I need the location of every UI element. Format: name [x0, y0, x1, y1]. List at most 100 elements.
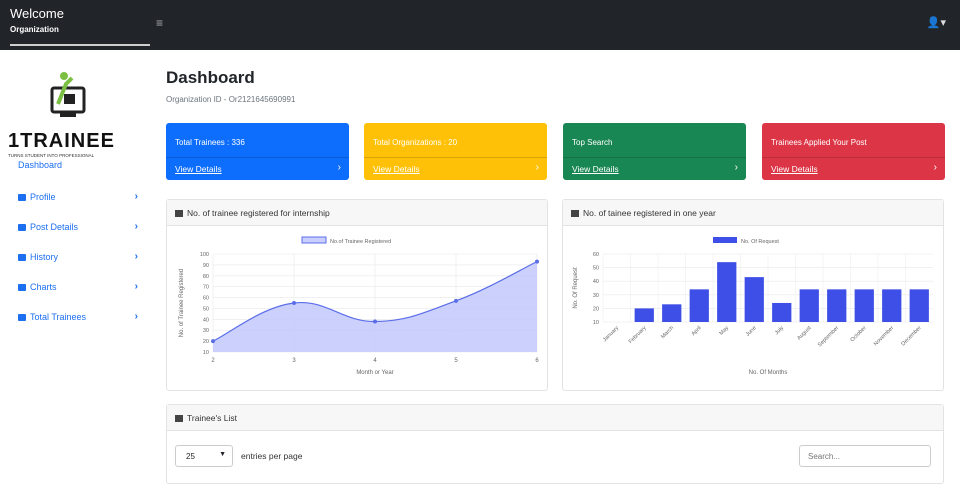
- bar: [854, 289, 874, 322]
- sidebar-item-total-trainees[interactable]: Total Trainees ›: [18, 311, 138, 328]
- x-tick-label: November: [873, 325, 895, 347]
- bar: [717, 262, 737, 322]
- trainee-list-panel: Trainee's List 25 ▼ entries per page: [166, 404, 944, 484]
- bar: [662, 304, 682, 322]
- y-tick-label: 90: [203, 263, 209, 269]
- x-tick-label: 4: [373, 358, 377, 364]
- internship-area-chart: No.of Trainee Registered 10 20 30 40 50 60 70 80…: [179, 236, 539, 376]
- x-tick-label: March: [660, 325, 675, 340]
- data-point: [211, 339, 215, 344]
- logo-text: 1TRAINEE: [8, 130, 115, 152]
- chart-icon: [18, 284, 26, 291]
- page-size-value: 25: [186, 452, 195, 461]
- chevron-right-icon: ›: [134, 251, 138, 262]
- y-tick-label: 50: [593, 266, 599, 272]
- legend-swatch: [713, 237, 737, 243]
- bar: [827, 289, 847, 322]
- sidebar-item-dashboard[interactable]: Dashboard: [18, 160, 138, 176]
- y-tick-label: 50: [203, 306, 209, 312]
- entries-per-page-label: entries per page: [241, 451, 303, 461]
- logo-graphic: 1TRAINEE TURNS STUDENT INTO PROFESSIONAL: [8, 72, 115, 158]
- y-tick-label: 70: [203, 285, 209, 291]
- sidebar-item-history[interactable]: History ›: [18, 251, 138, 268]
- view-details-link[interactable]: View Details: [175, 164, 222, 174]
- x-tick-label: September: [817, 325, 840, 348]
- card-trainees-applied: Trainees Applied Your Post View Details ›: [762, 123, 945, 180]
- table-icon: [175, 415, 183, 422]
- organization-id: Organization ID - Or2121645690991: [166, 95, 296, 104]
- bar-chart-icon: [571, 210, 579, 217]
- yearly-bar-chart: No. Of Request 10 20 30 40 50 60 January Februar…: [573, 237, 933, 376]
- data-point: [292, 301, 296, 305]
- y-tick-label: 30: [203, 328, 209, 334]
- history-icon: [18, 254, 26, 261]
- chevron-down-icon: ▼: [219, 451, 226, 458]
- table-icon: [18, 314, 26, 321]
- y-tick-label: 10: [593, 320, 599, 326]
- legend-swatch: [301, 236, 327, 244]
- y-tick-label: 40: [593, 279, 599, 285]
- sidebar-item-label: Charts: [30, 282, 57, 292]
- bar: [772, 302, 792, 322]
- card-total-trainees: Total Trainees : 336 View Details ›: [166, 123, 349, 180]
- y-tick-label: 10: [203, 350, 209, 356]
- y-tick-label: 20: [593, 306, 599, 312]
- x-tick-label: May: [719, 325, 731, 337]
- top-navbar: Welcome Organization ≡ 👤▾: [0, 0, 960, 50]
- card-title: Trainees Applied Your Post: [771, 138, 867, 147]
- data-point: [535, 259, 539, 264]
- sidebar-item-charts[interactable]: Charts ›: [18, 281, 138, 298]
- bar: [689, 289, 709, 322]
- x-tick-label: April: [691, 325, 703, 337]
- bar: [882, 289, 902, 322]
- view-details-link[interactable]: View Details: [771, 164, 818, 174]
- x-tick-label: January: [602, 325, 620, 343]
- panel-title: No. of trainee registered for internship: [187, 208, 330, 218]
- list-icon: [18, 224, 26, 231]
- sidebar-toggle-icon[interactable]: ≡: [156, 16, 163, 30]
- x-tick-label: July: [774, 325, 785, 336]
- view-details-link[interactable]: View Details: [373, 164, 420, 174]
- logo-tagline: TURNS STUDENT INTO PROFESSIONAL: [8, 153, 95, 158]
- bar: [909, 289, 929, 322]
- logo: 1TRAINEE TURNS STUDENT INTO PROFESSIONAL: [8, 64, 130, 164]
- sidebar-item-label: Dashboard: [18, 160, 63, 170]
- chevron-right-icon[interactable]: ›: [934, 162, 937, 173]
- page-title: Dashboard: [166, 68, 255, 87]
- sidebar-item-post-details[interactable]: Post Details ›: [18, 221, 138, 238]
- x-tick-label: 5: [454, 358, 458, 364]
- user-menu-icon[interactable]: 👤▾: [927, 16, 946, 29]
- yearly-chart-panel: No. of tainee registered in one year No.…: [562, 199, 944, 391]
- panel-title: Trainee's List: [187, 413, 237, 423]
- welcome-text: Welcome: [10, 6, 64, 21]
- legend-label: No.of Trainee Registered: [330, 239, 391, 245]
- sidebar-item-label: Profile: [30, 192, 56, 202]
- organization-text: Organization: [10, 25, 59, 34]
- navbar-brand[interactable]: Welcome Organization: [10, 6, 150, 46]
- x-tick-label: June: [745, 325, 758, 338]
- x-tick-label: 2: [211, 358, 215, 364]
- legend-label: No. Of Request: [741, 239, 779, 245]
- panel-title: No. of tainee registered in one year: [583, 208, 716, 218]
- bar: [799, 289, 819, 322]
- data-point: [373, 319, 377, 324]
- entries-per-page-select[interactable]: 25 ▼: [175, 445, 233, 467]
- chevron-right-icon[interactable]: ›: [735, 162, 738, 173]
- chevron-right-icon[interactable]: ›: [536, 162, 539, 173]
- y-tick-label: 20: [203, 339, 209, 345]
- y-tick-label: 80: [203, 274, 209, 280]
- chevron-right-icon[interactable]: ›: [338, 162, 341, 173]
- view-details-link[interactable]: View Details: [572, 164, 619, 174]
- x-axis-label: Month or Year: [356, 370, 393, 376]
- card-title: Top Search: [572, 138, 613, 147]
- sidebar-item-profile[interactable]: Profile ›: [18, 191, 138, 208]
- x-tick-label: October: [850, 325, 868, 343]
- y-tick-label: 30: [593, 293, 599, 299]
- sidebar-item-label: Post Details: [30, 222, 79, 232]
- y-tick-label: 60: [203, 296, 209, 302]
- x-tick-label: February: [628, 325, 648, 345]
- chevron-right-icon: ›: [134, 221, 138, 232]
- search-input[interactable]: [799, 445, 931, 467]
- chevron-right-icon: ›: [134, 281, 138, 292]
- internship-chart-panel: No. of trainee registered for internship…: [166, 199, 548, 391]
